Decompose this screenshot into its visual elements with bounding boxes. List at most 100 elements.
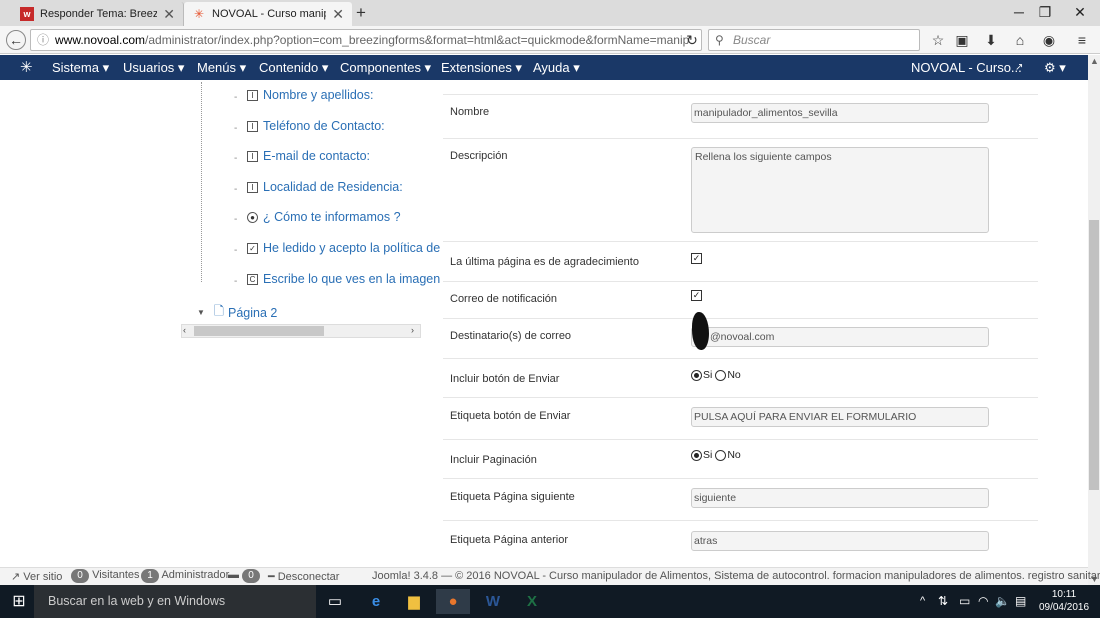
close-window-icon[interactable]: ✕ bbox=[1063, 0, 1097, 26]
nombre-input[interactable]: manipulador_alimentos_sevilla bbox=[691, 103, 989, 123]
visitantes-badge[interactable]: 0 Visitantes bbox=[71, 569, 140, 583]
destinatario-input[interactable]: @novoal.com bbox=[691, 327, 989, 347]
incluir-paginacion-label: Incluir Paginación bbox=[450, 454, 537, 466]
w-icon: w bbox=[20, 7, 34, 21]
task-view-icon[interactable]: ▭ bbox=[318, 589, 352, 614]
messages-badge[interactable]: ▬ 0 bbox=[228, 569, 261, 583]
menu-extensiones[interactable]: Extensiones ▾ bbox=[441, 55, 522, 80]
home-icon[interactable]: ⌂ bbox=[1010, 30, 1030, 50]
star-icon[interactable]: ☆ bbox=[928, 30, 948, 50]
url-bar[interactable]: ⓘ www.novoal.com/administrator/index.php… bbox=[30, 29, 702, 51]
tree-scrollbar-thumb[interactable] bbox=[194, 326, 324, 336]
tree-item-label: E-mail de contacto: bbox=[263, 149, 370, 163]
site-name-link[interactable]: NOVOAL - Curso... bbox=[911, 55, 1022, 80]
radio-no[interactable] bbox=[715, 449, 727, 461]
joomla-icon: ✳ bbox=[193, 7, 205, 21]
taskbar-search-input[interactable]: Buscar en la web y en Windows bbox=[34, 585, 316, 618]
restore-icon[interactable]: ❐ bbox=[1028, 0, 1062, 26]
scroll-left-icon[interactable]: ‹ bbox=[183, 325, 186, 335]
menu-contenido[interactable]: Contenido ▾ bbox=[259, 55, 328, 80]
back-arrow-icon[interactable]: ← bbox=[6, 30, 26, 50]
row-divider bbox=[443, 397, 1038, 398]
file-explorer-icon[interactable]: ▆ bbox=[397, 589, 431, 614]
edge-icon[interactable]: e bbox=[359, 589, 393, 614]
download-icon[interactable]: ⬇ bbox=[981, 30, 1001, 50]
admin-status-bar: ↗ Ver sitio 0 Visitantes 1 Administrador… bbox=[0, 567, 1100, 585]
close-icon[interactable]: ✕ bbox=[163, 6, 175, 23]
network-icon[interactable]: ⇅ bbox=[938, 585, 948, 618]
ver-sitio-link[interactable]: ↗ Ver sitio bbox=[11, 570, 62, 583]
tree-item-captcha[interactable]: C Escribe lo que ves en la imagen bbox=[247, 272, 440, 286]
pocket-icon[interactable]: ◉ bbox=[1039, 30, 1059, 50]
new-tab-button[interactable]: + bbox=[356, 3, 366, 23]
ultima-pagina-checkbox[interactable]: ✓ bbox=[691, 253, 702, 264]
collapse-arrow-icon[interactable]: ▼ bbox=[197, 308, 205, 317]
url-domain: www.novoal.com bbox=[55, 33, 146, 47]
descripcion-textarea[interactable]: Rellena los siguiente campos bbox=[691, 147, 989, 233]
menu-menus[interactable]: Menús ▾ bbox=[197, 55, 246, 80]
text-field-icon: I bbox=[247, 120, 258, 132]
notifications-icon[interactable]: ▤ bbox=[1015, 585, 1026, 618]
checkbox-icon: ✓ bbox=[247, 242, 258, 254]
reload-icon[interactable]: ↻ bbox=[682, 30, 702, 50]
tab-responder-tema[interactable]: w Responder Tema: Breezin... ✕ bbox=[12, 2, 184, 26]
menu-sistema[interactable]: Sistema ▾ bbox=[52, 55, 109, 80]
clock-time: 10:11 bbox=[1051, 589, 1077, 600]
incluir-paginacion-radio-group: Si No bbox=[691, 449, 741, 461]
tray-chevron-icon[interactable]: ^ bbox=[920, 585, 925, 618]
tree-item-como-informamos[interactable]: ● ¿ Cómo te informamos ? bbox=[247, 210, 401, 224]
etiqueta-enviar-input[interactable]: PULSA AQUÍ PARA ENVIAR EL FORMULARIO bbox=[691, 407, 989, 427]
row-divider bbox=[443, 478, 1038, 479]
tree-item-pagina-2[interactable]: ▼ 🗋 Página 2 bbox=[197, 302, 277, 323]
anterior-input[interactable]: atras bbox=[691, 531, 989, 551]
desconectar-link[interactable]: ━ Desconectar bbox=[268, 570, 339, 583]
wifi-icon[interactable]: ◠ bbox=[978, 585, 988, 618]
joomla-logo-icon[interactable]: ✳ bbox=[20, 55, 33, 80]
radio-si[interactable] bbox=[691, 449, 702, 461]
browser-search-input[interactable]: ⚲ Buscar bbox=[708, 29, 920, 51]
firefox-icon[interactable]: ● bbox=[436, 589, 470, 614]
word-icon[interactable]: W bbox=[476, 589, 510, 614]
menu-ayuda[interactable]: Ayuda ▾ bbox=[533, 55, 580, 80]
page-icon: 🗋 bbox=[213, 304, 224, 318]
tab-novoal[interactable]: ✳ NOVOAL - Curso manipul... ✕ bbox=[184, 2, 352, 26]
ver-sitio-label: Ver sitio bbox=[23, 571, 63, 583]
windows-start-icon[interactable]: ⊞ bbox=[2, 589, 36, 614]
siguiente-input[interactable]: siguiente bbox=[691, 488, 989, 508]
volume-icon[interactable]: 🔈 bbox=[995, 585, 1010, 618]
clock-date: 09/04/2016 bbox=[1038, 602, 1090, 613]
radio-icon: ● bbox=[247, 211, 258, 223]
vertical-scrollbar-thumb[interactable] bbox=[1089, 220, 1099, 490]
battery-icon[interactable]: ▭ bbox=[959, 585, 970, 618]
external-link-icon[interactable]: ↗ bbox=[1015, 55, 1023, 80]
minus-icon: ━ bbox=[268, 571, 275, 583]
scroll-up-icon[interactable]: ▲ bbox=[1090, 56, 1099, 66]
menu-componentes[interactable]: Componentes ▾ bbox=[340, 55, 431, 80]
tree-item-localidad[interactable]: I Localidad de Residencia: bbox=[247, 180, 403, 194]
close-icon[interactable]: ✕ bbox=[332, 6, 344, 23]
radio-si-label: Si bbox=[703, 449, 713, 461]
tree-item-label: Nombre y apellidos: bbox=[263, 88, 374, 102]
reading-list-icon[interactable]: ▣ bbox=[952, 30, 972, 50]
siguiente-label: Etiqueta Página siguiente bbox=[450, 491, 575, 503]
radio-si[interactable] bbox=[691, 369, 702, 381]
ultima-pagina-label: La última página es de agradecimiento bbox=[450, 256, 639, 268]
taskbar-clock[interactable]: 10:11 09/04/2016 bbox=[1038, 588, 1090, 614]
tree-item-telefono[interactable]: I Teléfono de Contacto: bbox=[247, 119, 385, 133]
excel-icon[interactable]: X bbox=[515, 589, 549, 614]
radio-no[interactable] bbox=[715, 369, 727, 381]
radio-no-label: No bbox=[727, 369, 741, 381]
correo-notificacion-checkbox[interactable]: ✓ bbox=[691, 290, 702, 301]
tree-item-email[interactable]: I E-mail de contacto: bbox=[247, 149, 370, 163]
tree-item-nombre[interactable]: I Nombre y apellidos: bbox=[247, 88, 373, 102]
tab-label: NOVOAL - Curso manipul... bbox=[212, 8, 326, 20]
descripcion-label: Descripción bbox=[450, 150, 508, 162]
scroll-right-icon[interactable]: › bbox=[411, 325, 414, 335]
administrador-badge[interactable]: 1 Administrador bbox=[141, 569, 229, 583]
hamburger-menu-icon[interactable]: ≡ bbox=[1072, 30, 1092, 50]
messages-count: 0 bbox=[242, 569, 261, 583]
tree-line bbox=[201, 82, 202, 282]
menu-usuarios[interactable]: Usuarios ▾ bbox=[123, 55, 184, 80]
tree-item-politica[interactable]: ✓ He ledido y acepto la política de bbox=[247, 241, 440, 255]
settings-dropdown[interactable]: ⚙ ▾ bbox=[1044, 55, 1066, 80]
